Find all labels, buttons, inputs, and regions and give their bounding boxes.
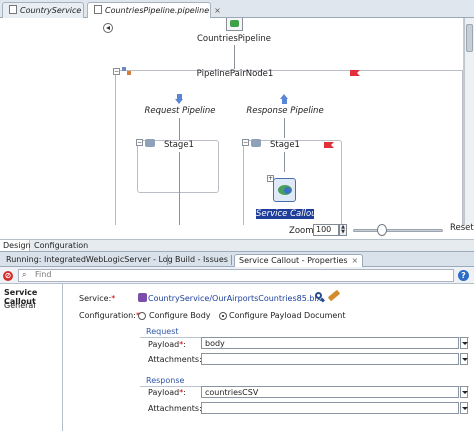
response-pipeline-label: Response Pipeline (246, 106, 324, 116)
tab-divider (167, 255, 168, 265)
response-attachments-label: Attachments: (148, 404, 202, 413)
property-nav: Service Callout General (0, 284, 63, 431)
zoom-input[interactable]: 100 (313, 224, 339, 236)
tab-build-issues[interactable]: Build - Issues (171, 254, 232, 267)
request-pipeline-label: Request Pipeline (144, 106, 216, 116)
error-icon[interactable]: ⊘ (3, 271, 13, 281)
pipeline-name: CountriesPipeline (196, 34, 272, 44)
service-link[interactable]: CountryService/OurAirportsCountries85.bi… (148, 294, 321, 303)
canvas-scrollbar[interactable] (464, 18, 474, 225)
pair-node-label: PipelinePairNode1 (196, 69, 274, 79)
connector-line (234, 45, 235, 69)
response-payload-label: Payload*: (148, 388, 186, 397)
tab-country-service[interactable]: CountryService (2, 2, 84, 18)
file-icon (9, 5, 17, 14)
view-tab-bar: Design Configuration (0, 239, 474, 252)
pipeline-icon (226, 18, 243, 31)
configure-body-radio[interactable] (138, 312, 146, 320)
find-placeholder: Find (35, 270, 52, 279)
response-attachments-dropdown[interactable] (460, 402, 468, 414)
zoom-slider-knob[interactable] (377, 224, 387, 236)
service-label: Service:* (79, 294, 116, 303)
browse-icon[interactable] (315, 292, 325, 303)
response-line (284, 118, 285, 138)
response-payload-dropdown[interactable] (460, 386, 468, 398)
configuration-label: Configuration:* (79, 311, 140, 320)
tab-server-log[interactable]: Running: IntegratedWebLogicServer - Log (2, 254, 177, 267)
back-nav-icon[interactable] (103, 23, 113, 33)
stage-label: Stage1 (270, 140, 300, 150)
response-arrow-icon (280, 94, 289, 104)
request-attachments-dropdown[interactable] (460, 353, 468, 365)
scrollbar-thumb[interactable] (466, 24, 473, 52)
close-tab-icon[interactable]: × (352, 256, 359, 265)
tab-countries-pipeline[interactable]: CountriesPipeline.pipeline × (87, 2, 221, 18)
service-file-icon (138, 293, 147, 302)
request-attachments-label: Attachments: (148, 355, 202, 364)
zoom-bar (0, 225, 474, 239)
pipeline-canvas[interactable]: CountriesPipeline − PipelinePairNode1 Re… (0, 18, 464, 225)
response-section-title: Response (146, 376, 185, 385)
close-tab-icon[interactable]: × (214, 6, 221, 15)
zoom-slider[interactable] (353, 229, 443, 232)
collapse-icon[interactable]: − (242, 139, 249, 146)
service-callout-icon[interactable] (273, 178, 296, 202)
request-payload-field[interactable]: body (201, 337, 459, 349)
nav-item-general[interactable]: General (4, 301, 36, 310)
response-payload-field[interactable]: countriesCSV (201, 386, 459, 398)
service-callout-label[interactable]: Service Callout (256, 209, 320, 219)
tab-divider (231, 255, 232, 265)
pair-node-icon (122, 67, 132, 76)
pipeline-file-icon (94, 5, 102, 14)
log-tab-bar: Running: IntegratedWebLogicServer - Log … (0, 251, 474, 267)
request-payload-label: Payload*: (148, 340, 186, 349)
zoom-spinner[interactable]: ▲ ▼ (339, 224, 347, 236)
response-attachments-field[interactable] (201, 402, 459, 414)
request-attachments-field[interactable] (201, 353, 459, 365)
collapse-icon[interactable]: − (113, 68, 120, 75)
request-section-title: Request (146, 327, 179, 336)
find-input[interactable] (18, 269, 454, 282)
configure-body-label: Configure Body (149, 311, 211, 320)
help-icon[interactable]: ? (458, 270, 469, 281)
response-line-lower (284, 152, 285, 172)
reset-button[interactable]: Reset (448, 223, 474, 237)
stage-label: Stage1 (164, 140, 194, 150)
search-icon: ⌕ (22, 270, 27, 279)
stage-icon (251, 139, 261, 147)
configure-payload-radio[interactable] (219, 312, 227, 320)
collapse-icon[interactable]: − (136, 139, 143, 146)
stage-icon (145, 139, 155, 147)
tab-callout-properties[interactable]: Service Callout - Properties × (234, 254, 364, 267)
request-payload-dropdown[interactable] (460, 337, 468, 349)
configure-payload-label: Configure Payload Document (229, 311, 346, 320)
request-line-lower (179, 152, 180, 225)
request-arrow-icon (175, 94, 184, 104)
